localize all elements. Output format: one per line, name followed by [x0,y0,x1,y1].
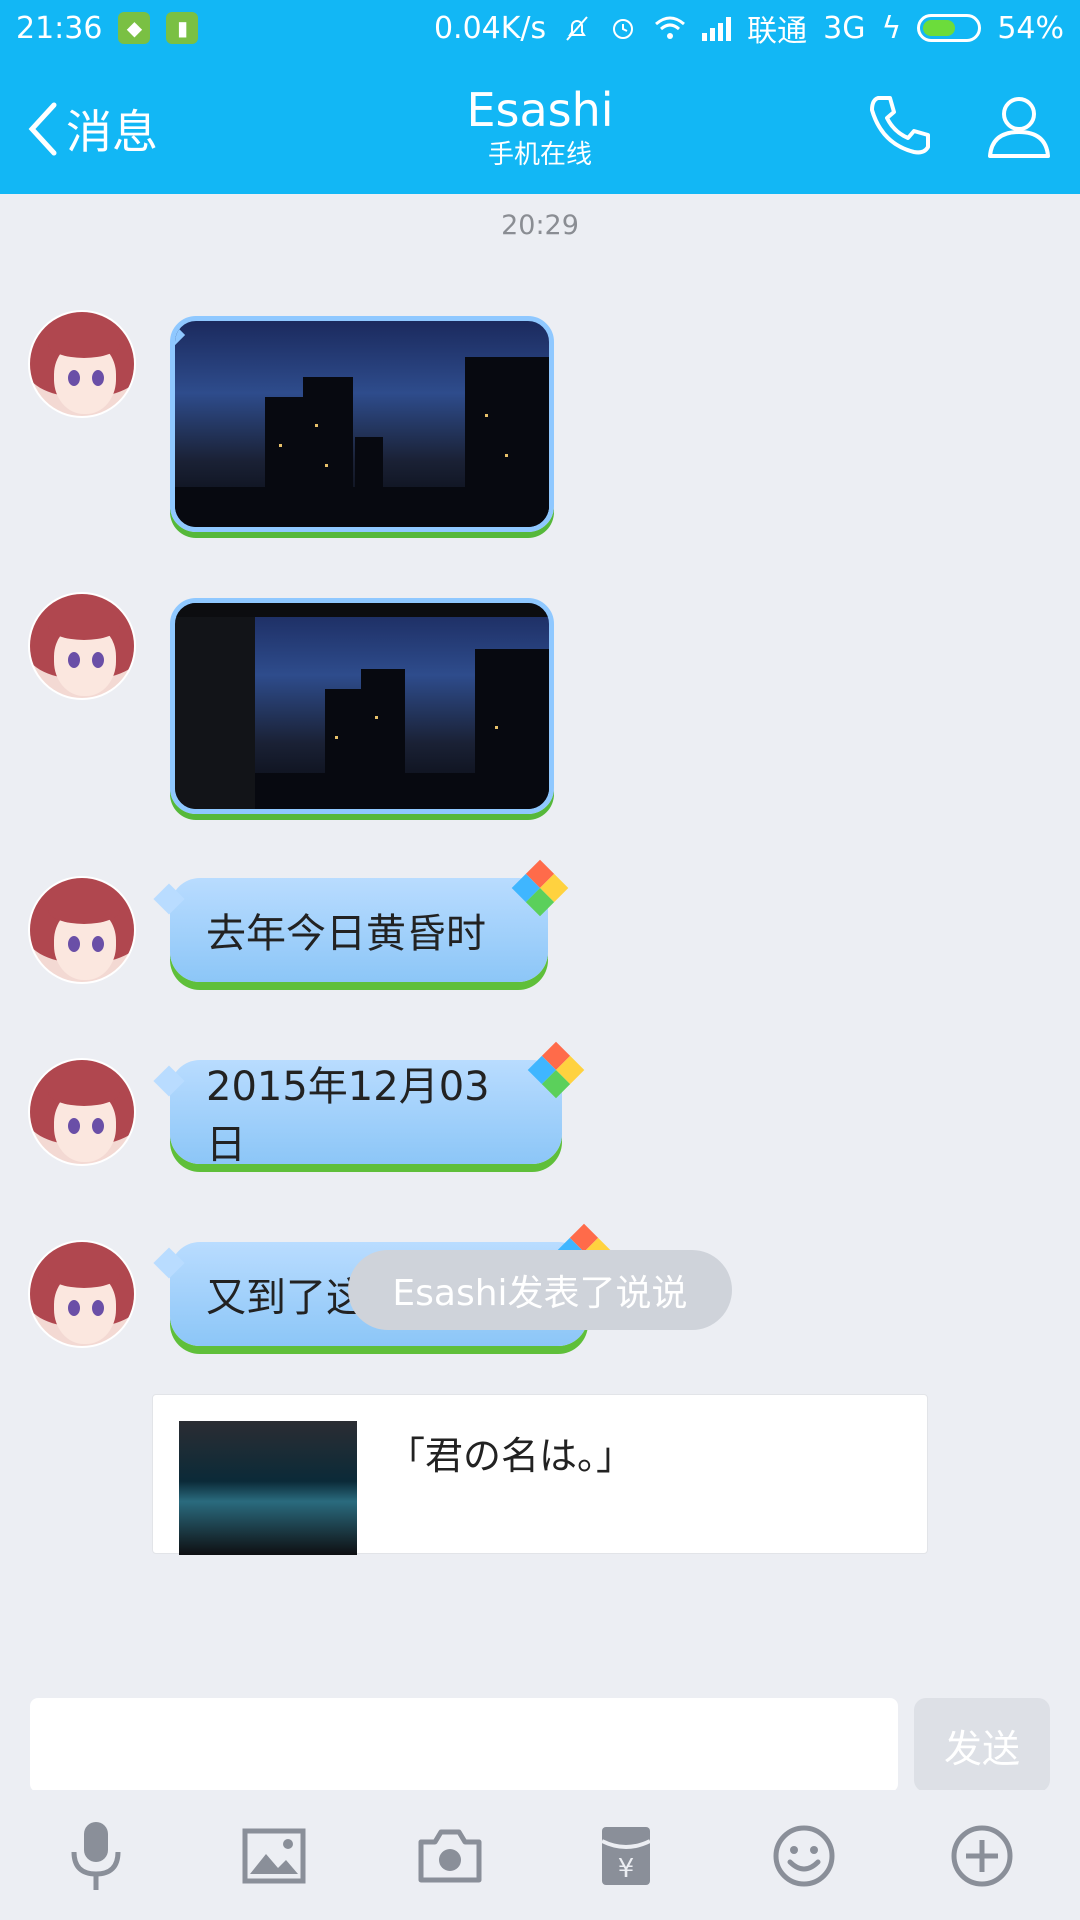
camera-icon[interactable] [410,1816,490,1896]
network-type: 3G [823,10,866,46]
net-speed: 0.04K/s [433,10,547,46]
carrier-name: 联通 [747,14,808,49]
contact-avatar[interactable] [28,876,136,984]
contact-avatar[interactable] [28,1240,136,1348]
status-time: 21:36 [16,10,103,46]
svg-text:¥: ¥ [618,1854,635,1884]
text-message[interactable]: 去年今日黄昏时 [170,878,548,982]
chat-header: 消息 Esashi 手机在线 [0,56,1080,194]
send-button[interactable]: 发送 [914,1698,1050,1792]
mic-icon[interactable] [56,1816,136,1896]
text-message[interactable]: 2015年12月03日 [170,1060,562,1168]
image-message[interactable] [170,316,554,532]
profile-icon[interactable] [984,90,1054,160]
contact-avatar[interactable] [28,592,136,700]
image-icon[interactable] [234,1816,314,1896]
security-shield-icon: ◆ [118,12,151,44]
input-bar: 发送 [0,1678,1080,1792]
post-text: 「君の名は。」 [387,1434,635,1478]
contact-avatar[interactable] [28,1058,136,1166]
phone-call-icon[interactable] [864,90,934,160]
plus-icon[interactable] [942,1816,1022,1896]
battery-fill [923,20,955,36]
system-notice[interactable]: Esashi发表了说说 [348,1250,732,1330]
contact-avatar[interactable] [28,310,136,418]
message-timestamp: 20:29 [501,210,579,241]
charging-icon: ϟ [881,10,902,46]
message-input[interactable] [30,1698,898,1792]
battery-icon [917,14,982,42]
emoji-icon[interactable] [764,1816,844,1896]
wifi-icon [655,16,686,39]
battery-percent: 54% [997,10,1064,46]
input-toolbar: ¥ [0,1790,1080,1920]
signal-icon [702,15,732,41]
mute-bell-icon [566,16,588,41]
status-bar: 21:36 ◆ ▮ 0.04K/s 联通 3G ϟ 54% [0,0,1080,56]
battery-saver-icon: ▮ [166,12,199,44]
post-thumbnail [179,1421,357,1555]
shared-post-card[interactable]: 「君の名は。」 [152,1394,928,1555]
screenshot-image-message[interactable] [170,598,554,814]
red-packet-icon[interactable]: ¥ [586,1816,666,1896]
alarm-icon [613,19,634,39]
